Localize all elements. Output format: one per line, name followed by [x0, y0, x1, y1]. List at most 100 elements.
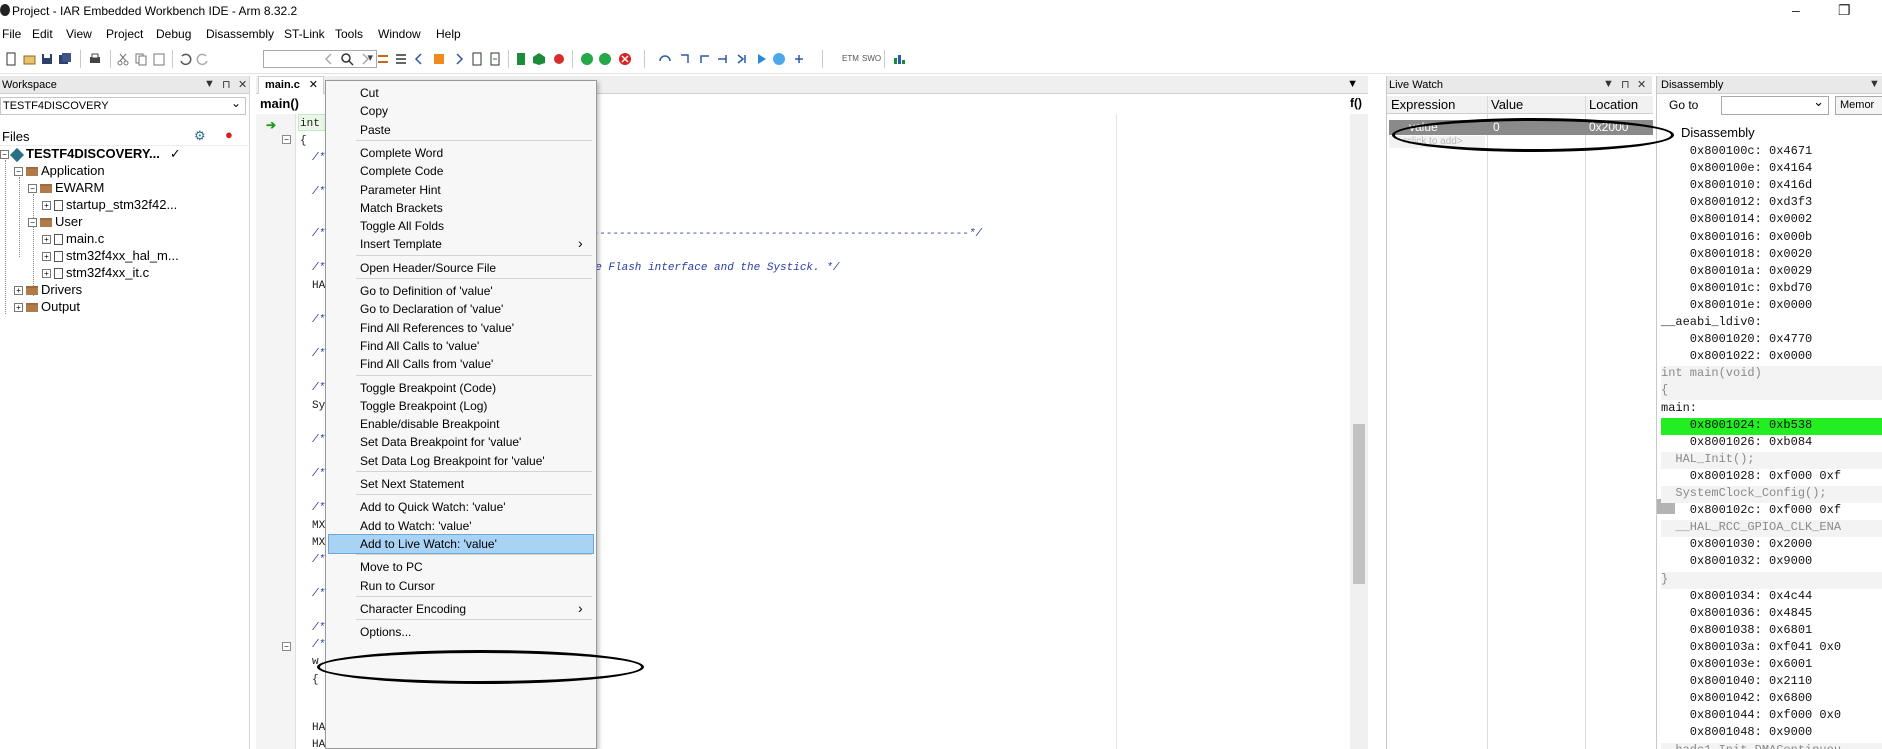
disassembly-row[interactable]: {	[1661, 383, 1882, 401]
compile-icon[interactable]	[470, 52, 484, 66]
tree-item-application[interactable]: − Application	[14, 163, 105, 180]
minimize-button[interactable]: –	[1792, 2, 1800, 18]
close-tab-icon[interactable]: ✕	[309, 78, 318, 91]
disassembly-row[interactable]: 0x8001042: 0x6800	[1661, 691, 1882, 708]
open-file-icon[interactable]	[22, 52, 36, 66]
disassembly-row[interactable]: __aeabi_ldiv0:	[1661, 315, 1882, 332]
new-file-icon[interactable]	[4, 52, 18, 66]
restore-button[interactable]: ❐	[1838, 2, 1851, 19]
scrollbar-thumb[interactable]	[1353, 424, 1365, 584]
code-line[interactable]: /**/	[312, 502, 563, 516]
fold-toggle-icon[interactable]: −	[282, 642, 291, 651]
code-line[interactable]: /*	[312, 588, 325, 602]
disassembly-row[interactable]: 0x800101a: 0x0029	[1661, 264, 1882, 281]
tree-item-project[interactable]: − TESTF4DISCOVERY... ✓	[0, 146, 181, 163]
step-into-icon[interactable]	[678, 52, 692, 66]
code-line[interactable]: MX	[312, 537, 325, 551]
code-line[interactable]: /*	[312, 382, 325, 396]
current-instruction-row[interactable]: 0x8001024: 0xb538	[1661, 417, 1882, 435]
tree-item-output[interactable]: + Output	[14, 299, 80, 316]
code-line[interactable]: Sy	[312, 400, 325, 414]
disassembly-row[interactable]: 0x8001048: 0x9000	[1661, 725, 1882, 742]
vertical-scrollbar[interactable]	[1350, 114, 1368, 749]
menu-help[interactable]: Help	[436, 27, 461, 41]
fold-toggle-icon[interactable]: −	[282, 135, 291, 144]
menu-file[interactable]: File	[2, 27, 21, 41]
menu-item-complete-code[interactable]: Complete Code	[360, 162, 443, 180]
pane-menu-icon[interactable]: ▼	[1603, 78, 1614, 90]
find-in-files-icon[interactable]	[376, 52, 390, 66]
editor-gutter[interactable]: ➔ − −	[256, 114, 296, 749]
disassembly-row[interactable]: 0x800103a: 0xf041 0x0	[1661, 640, 1882, 657]
run-to-cursor-icon[interactable]	[734, 52, 748, 66]
disassembly-row[interactable]: 0x8001040: 0x2110	[1661, 674, 1882, 691]
disassembly-row[interactable]: HAL_Init();	[1661, 451, 1882, 469]
call-stack-icon[interactable]	[792, 52, 806, 66]
stop-debug-icon[interactable]	[618, 52, 632, 66]
menu-project[interactable]: Project	[106, 27, 143, 41]
menu-item-find-all-references-to-value[interactable]: Find All References to 'value'	[360, 319, 514, 337]
close-icon[interactable]: ✕	[238, 78, 247, 91]
print-icon[interactable]	[88, 52, 102, 66]
pin-icon[interactable]: ⊓	[1621, 78, 1630, 91]
code-line[interactable]: MX	[312, 520, 325, 534]
tree-item-startup-file[interactable]: + startup_stm32f42...	[42, 197, 177, 214]
goto-combo[interactable]	[1721, 94, 1829, 115]
paste-icon[interactable]	[152, 52, 166, 66]
swo-button[interactable]: SWO	[862, 54, 881, 63]
disassembly-row[interactable]: 0x8001026: 0xb084	[1661, 435, 1882, 452]
menu-item-open-header-source-file[interactable]: Open Header/Source File	[360, 259, 496, 277]
nav-forward-icon[interactable]	[452, 52, 466, 66]
menu-edit[interactable]: Edit	[32, 27, 53, 41]
disassembly-row[interactable]: 0x8001032: 0x9000	[1661, 554, 1882, 571]
undo-icon[interactable]	[178, 52, 192, 66]
close-icon[interactable]: ✕	[1637, 78, 1646, 91]
tree-item-drivers[interactable]: + Drivers	[14, 282, 82, 299]
disassembly-row[interactable]: 0x800101e: 0x0000	[1661, 298, 1882, 315]
disassembly-row[interactable]: __HAL_RCC_GPIOA_CLK_ENA	[1661, 520, 1882, 538]
code-line[interactable]: w	[312, 656, 319, 670]
menu-disassembly[interactable]: Disassembly	[206, 27, 274, 41]
menu-item-enable-disable-breakpoint[interactable]: Enable/disable Breakpoint	[360, 415, 499, 433]
disassembly-row[interactable]: 0x800102c: 0xf000 0xf	[1661, 503, 1882, 520]
menu-debug[interactable]: Debug	[156, 27, 191, 41]
code-line[interactable]: {	[312, 674, 319, 688]
disassembly-row[interactable]: SystemClock_Config();	[1661, 486, 1882, 503]
menu-item-move-to-pc[interactable]: Move to PC	[360, 558, 423, 576]
menu-item-set-next-statement[interactable]: Set Next Statement	[360, 475, 464, 493]
step-over-icon[interactable]	[658, 52, 672, 66]
forward-icon[interactable]	[358, 52, 372, 66]
menu-item-find-all-calls-to-value[interactable]: Find All Calls to 'value'	[360, 337, 479, 355]
menu-item-add-to-quick-watch-value[interactable]: Add to Quick Watch: 'value'	[360, 498, 506, 516]
disassembly-row[interactable]: 0x8001038: 0x6801	[1661, 623, 1882, 640]
code-line[interactable]: int	[300, 118, 320, 132]
function-list-button[interactable]: f()	[1350, 96, 1362, 110]
pin-icon[interactable]: ⊓	[222, 78, 231, 91]
watch-row[interactable]: value 0 0x2000	[1389, 120, 1653, 135]
menu-item-character-encoding[interactable]: Character Encoding	[360, 599, 583, 618]
column-expression[interactable]: Expression	[1391, 97, 1455, 112]
nav-back-icon[interactable]	[412, 52, 426, 66]
code-line[interactable]: /*	[312, 554, 325, 568]
back-icon[interactable]	[322, 52, 336, 66]
disassembly-row[interactable]: 0x800100e: 0x4164	[1661, 161, 1882, 178]
menu-item-cut[interactable]: Cut	[360, 84, 379, 102]
debug-no-download-icon[interactable]	[532, 52, 546, 66]
menu-item-insert-template[interactable]: Insert Template	[360, 234, 582, 253]
disassembly-row[interactable]: 0x8001034: 0x4c44	[1661, 589, 1882, 606]
restart-icon[interactable]	[598, 52, 612, 66]
column-location[interactable]: Location	[1589, 97, 1638, 112]
tab-main-c[interactable]: main.c ✕	[258, 76, 324, 94]
menu-view[interactable]: View	[66, 27, 92, 41]
menu-item-parameter-hint[interactable]: Parameter Hint	[360, 181, 441, 199]
memory-button[interactable]: Memor	[1835, 96, 1882, 115]
menu-item-complete-word[interactable]: Complete Word	[360, 144, 443, 162]
disassembly-row[interactable]: }	[1661, 571, 1882, 589]
power-log-icon[interactable]	[892, 52, 906, 66]
code-line[interactable]: {	[300, 135, 307, 149]
list-icon[interactable]	[394, 52, 408, 66]
menu-item-set-data-breakpoint-for-value[interactable]: Set Data Breakpoint for 'value'	[360, 433, 521, 451]
bookmark-icon[interactable]	[432, 52, 446, 66]
disassembly-row[interactable]: 0x8001030: 0x2000	[1661, 537, 1882, 554]
disassembly-row[interactable]: 0x8001044: 0xf000 0x0	[1661, 708, 1882, 725]
